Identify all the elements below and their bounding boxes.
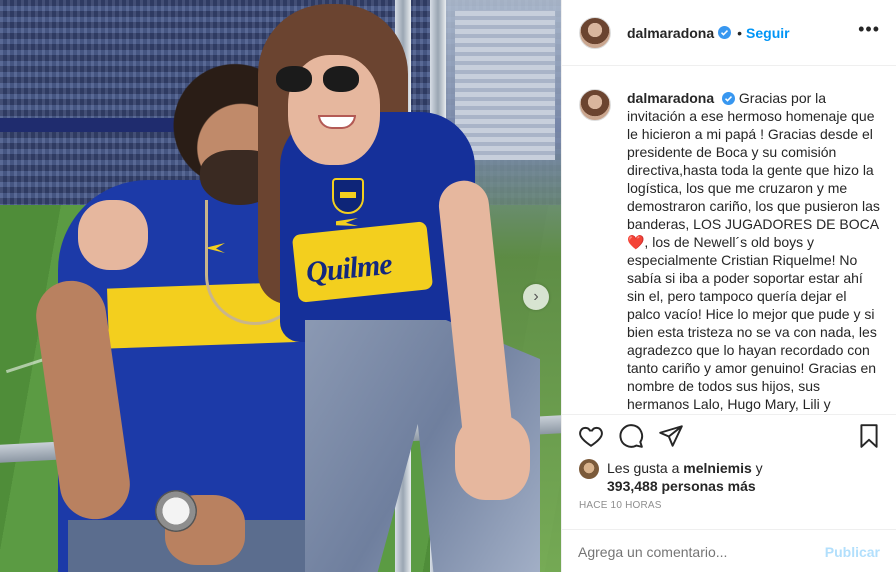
wristwatch <box>155 490 197 532</box>
comment-bar: Publicar <box>562 528 896 572</box>
instagram-post: Quilme › dalmaradona • Seguir ••• dalmar… <box>0 0 896 572</box>
username-link[interactable]: dalmaradona <box>627 25 714 41</box>
likes-conjunction: y <box>755 459 763 476</box>
liker-username[interactable]: melniemis <box>683 460 751 476</box>
caption: dalmaradona Gracias por la invitación a … <box>627 89 880 414</box>
post-timestamp[interactable]: HACE 10 HORAS <box>562 496 896 529</box>
window-reflection <box>455 10 555 160</box>
action-bar <box>562 414 896 457</box>
likes-prefix: Les gusta a <box>607 459 680 476</box>
paper-plane-icon[interactable] <box>658 423 684 449</box>
bookmark-icon[interactable] <box>856 423 882 449</box>
more-dots-icon[interactable]: ••• <box>858 20 880 42</box>
woman-hand <box>78 200 148 270</box>
heart-icon[interactable] <box>578 423 604 449</box>
caption-area: dalmaradona Gracias por la invitación a … <box>562 66 896 414</box>
likes-count[interactable]: 393,488 <box>607 478 658 494</box>
woman-hand <box>455 415 530 500</box>
likes-text: Les gusta a melniemis y 393,488 personas… <box>607 459 763 495</box>
comment-input[interactable] <box>578 543 818 560</box>
follow-button[interactable]: Seguir <box>746 25 790 41</box>
liker-avatar[interactable] <box>579 458 599 479</box>
verified-badge-icon <box>718 26 732 39</box>
post-sidebar: dalmaradona • Seguir ••• dalmaradona Gra… <box>561 0 896 572</box>
likes-suffix[interactable]: personas más <box>662 478 756 494</box>
caption-username[interactable]: dalmaradona <box>627 90 714 106</box>
chevron-right-icon: › <box>533 288 539 305</box>
post-photo: Quilme › <box>0 0 561 572</box>
next-photo-button[interactable]: › <box>523 284 549 310</box>
club-badge <box>332 178 364 214</box>
sunglasses <box>276 60 361 92</box>
post-header: dalmaradona • Seguir ••• <box>562 0 896 67</box>
comment-bubble-icon[interactable] <box>618 423 644 449</box>
avatar[interactable] <box>579 89 611 122</box>
avatar[interactable] <box>579 16 611 49</box>
separator-dot: • <box>737 24 743 41</box>
caption-text: Gracias por la invitación a ese hermoso … <box>627 90 880 413</box>
publish-button[interactable]: Publicar <box>825 544 880 560</box>
verified-badge-icon <box>722 92 736 106</box>
likes-summary: Les gusta a melniemis y 393,488 personas… <box>562 457 896 496</box>
